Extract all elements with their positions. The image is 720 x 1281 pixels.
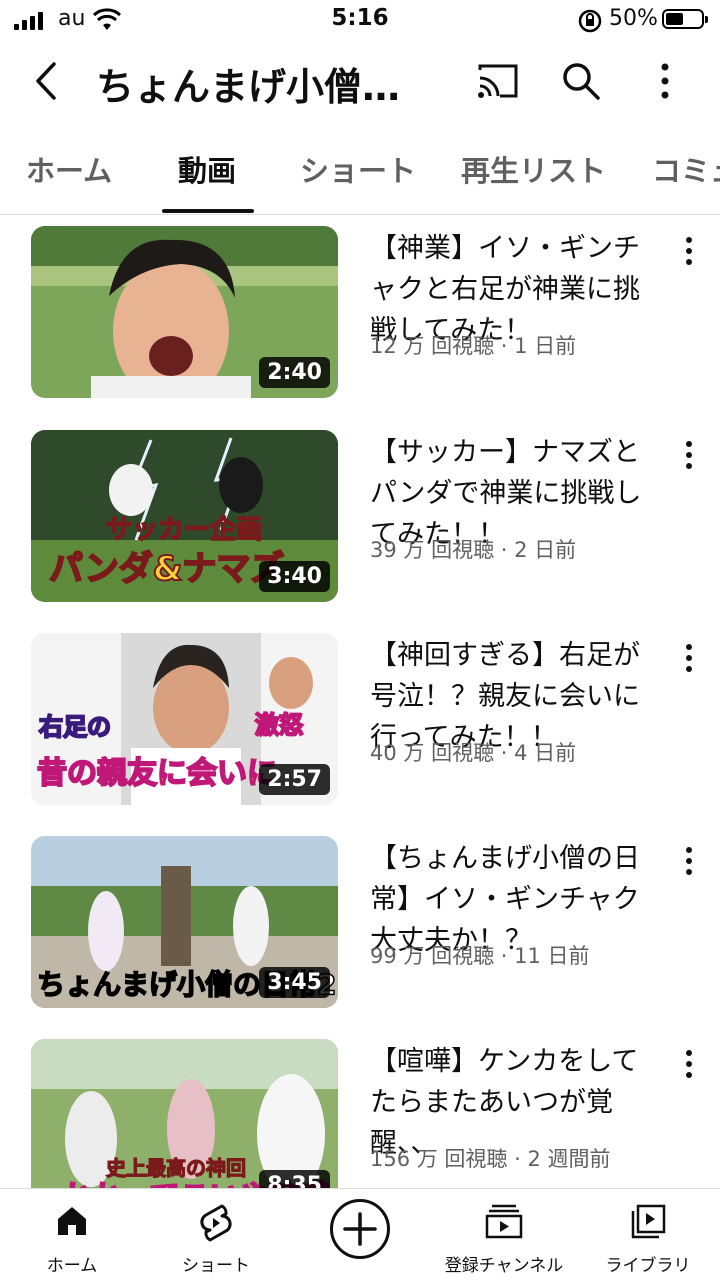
search-icon[interactable] [558,58,604,104]
battery-percent: 50% [609,6,658,31]
thumbnail-caption: 昔の親友に会いに [37,756,277,791]
channel-header: ちょんまげ小僧… [0,42,720,122]
video-item[interactable]: 右足の 昔の親友に会いに 激怒 2:57 【神回すぎる】右足が号泣！？親友に会い… [0,633,720,809]
video-thumbnail[interactable]: 2:40 [31,226,338,398]
tab-shorts[interactable]: ショート [300,148,416,190]
nav-label: ホーム [46,1256,98,1276]
nav-shorts[interactable]: ショート [144,1189,288,1281]
video-more-icon[interactable] [676,438,702,472]
more-options-icon[interactable] [650,58,680,104]
home-icon [58,1207,86,1235]
video-thumbnail[interactable]: 右足の 昔の親友に会いに 激怒 2:57 [31,633,338,805]
video-metadata: 156 万 回視聴 · 2 週間前 [370,1147,611,1171]
rotation-lock-icon [578,9,602,33]
thumbnail-caption: パンダ&ナマズ [49,549,284,589]
nav-label: ショート [182,1256,250,1276]
library-icon [631,1204,666,1239]
nav-label: ライブラリ [605,1256,691,1276]
nav-subscriptions[interactable]: 登録チャンネル [432,1189,576,1281]
video-metadata: 12 万 回視聴 · 1 日前 [370,334,577,358]
nav-library[interactable]: ライブラリ [576,1189,720,1281]
cast-icon[interactable] [476,60,520,104]
video-metadata: 40 万 回視聴 · 4 日前 [370,741,577,765]
nav-label: 登録チャンネル [444,1256,564,1276]
tab-home[interactable]: ホーム [26,148,112,190]
active-tab-indicator [162,209,254,213]
thumbnail-caption: 史上最高の神回 [106,1156,246,1180]
nav-home[interactable]: ホーム [0,1189,144,1281]
thumbnail-caption: 右足の [39,713,111,741]
video-item[interactable]: 2:40 【神業】イソ・ギンチャクと右足が神業に挑戦してみた！ 12 万 回視聴… [0,226,720,402]
channel-title: ちょんまげ小僧… [96,65,401,109]
video-thumbnail[interactable]: サッカー企画 パンダ&ナマズ 3:40 [31,430,338,602]
create-plus-icon[interactable] [330,1199,390,1259]
video-metadata: 39 万 回視聴 · 2 日前 [370,538,577,562]
tab-community[interactable]: コミュ [652,148,720,190]
video-more-icon[interactable] [676,1047,702,1081]
video-more-icon[interactable] [676,234,702,268]
channel-tabs: ホーム 動画 ショート 再生リスト コミュ [0,124,720,215]
battery-icon [662,9,708,29]
video-thumbnail[interactable]: ちょんまげ小僧の日常2 3:45 [31,836,338,1008]
video-item[interactable]: サッカー企画 パンダ&ナマズ 3:40 【サッカー】ナマズとパンダで神業に挑戦し… [0,430,720,606]
thumbnail-badge: 激怒 [255,711,303,739]
tab-playlists[interactable]: 再生リスト [461,148,606,190]
video-metadata: 99 万 回視聴 · 11 日前 [370,944,590,968]
bottom-navigation: ホーム ショート 登録チャンネル ライブラリ [0,1188,720,1281]
subscriptions-icon [485,1204,523,1239]
tab-videos[interactable]: 動画 [178,148,236,190]
video-duration: 2:57 [259,764,330,795]
video-duration: 3:40 [259,561,330,592]
shorts-icon [200,1204,232,1242]
thumbnail-caption: サッカー企画 [106,514,262,545]
video-more-icon[interactable] [676,844,702,878]
video-thumbnail[interactable]: 史上最高の神回 かかってこいや喧嘩 8:35 [31,1039,338,1211]
video-more-icon[interactable] [676,641,702,675]
video-duration: 2:40 [259,357,330,388]
video-item[interactable]: ちょんまげ小僧の日常2 3:45 【ちょんまげ小僧の日常】イソ・ギンチャク大丈夫… [0,836,720,1012]
video-duration: 3:45 [259,967,330,998]
back-arrow-icon[interactable] [28,56,68,106]
status-bar: au 5:16 50% [0,0,720,42]
